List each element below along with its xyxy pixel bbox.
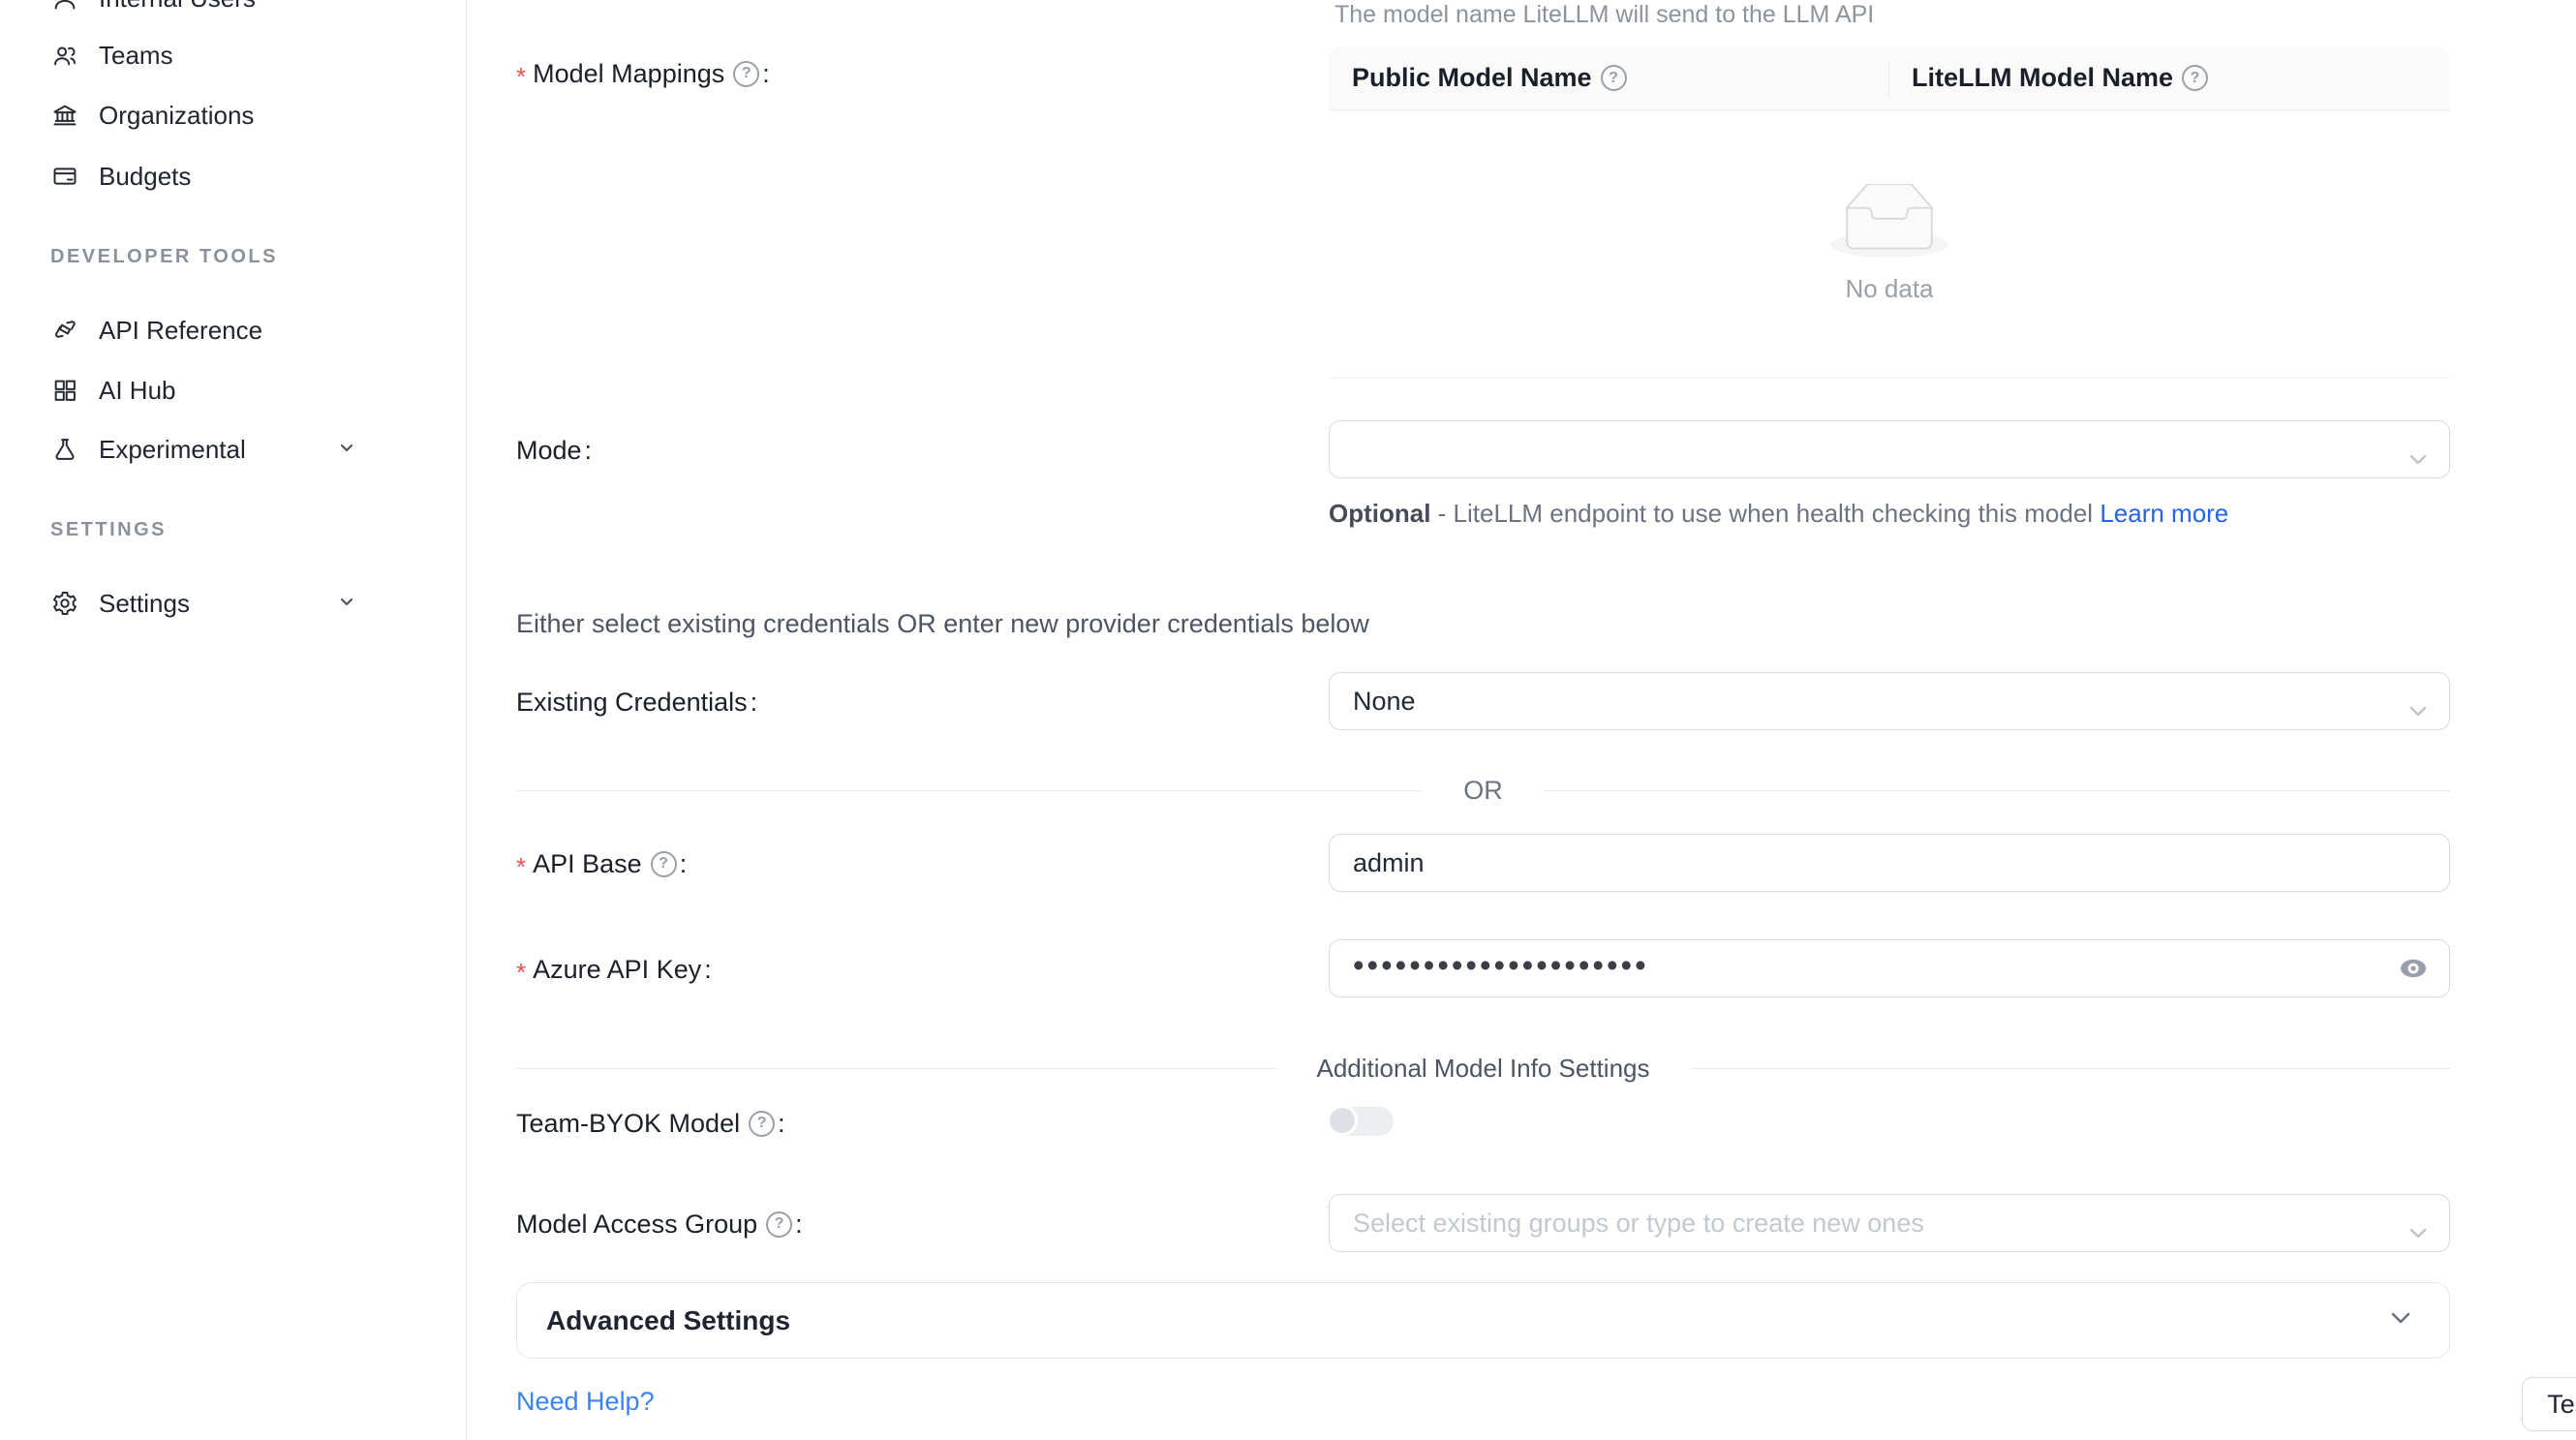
sidebar-item-label: Settings	[99, 589, 190, 619]
user-icon	[50, 0, 79, 13]
team-byok-label: Team-BYOK Model ? :	[516, 1105, 785, 1142]
sidebar-item-label: Experimental	[99, 435, 246, 465]
help-circle-icon[interactable]: ?	[651, 851, 677, 877]
bank-icon	[50, 101, 79, 130]
advanced-settings-panel[interactable]: Advanced Settings	[516, 1282, 2450, 1359]
sidebar-item-budgets[interactable]: Budgets	[0, 155, 467, 198]
gear-icon	[50, 589, 79, 618]
help-circle-icon[interactable]: ?	[766, 1211, 792, 1238]
required-mark: *	[516, 958, 526, 988]
chevron-down-icon	[2408, 694, 2428, 724]
sidebar-item-settings[interactable]: Settings	[0, 582, 467, 625]
team-byok-toggle[interactable]	[1329, 1107, 1394, 1136]
chevron-down-icon	[2408, 443, 2428, 473]
test-connect-button[interactable]: Test Connect	[2522, 1377, 2576, 1431]
chevron-down-icon	[2408, 1216, 2428, 1246]
api-base-label: * API Base ? :	[516, 845, 687, 882]
mode-helper-text: Optional - LiteLLM endpoint to use when …	[1329, 494, 2433, 533]
divider-line	[1544, 790, 2450, 791]
sidebar-section-developer-tools: DEVELOPER TOOLS	[50, 246, 278, 268]
credit-card-icon	[50, 162, 79, 191]
chevron-down-icon	[2387, 1308, 2414, 1333]
sidebar-item-ai-hub[interactable]: AI Hub	[0, 369, 467, 412]
sidebar-item-label: Budgets	[99, 162, 191, 192]
required-mark: *	[516, 852, 526, 882]
existing-credentials-select[interactable]: None	[1329, 672, 2450, 730]
eye-icon[interactable]	[2397, 954, 2430, 990]
column-divider	[1888, 60, 1889, 97]
divider-line	[516, 790, 1423, 791]
learn-more-link[interactable]: Learn more	[2100, 499, 2228, 528]
api-base-input[interactable]	[1353, 848, 2426, 878]
additional-info-divider: Additional Model Info Settings	[516, 1054, 2450, 1084]
sidebar-section-settings: SETTINGS	[50, 519, 167, 541]
column-public-model-name: Public Model Name ?	[1329, 63, 1888, 93]
sidebar-item-experimental[interactable]: Experimental	[0, 428, 467, 471]
mode-label: Mode :	[516, 432, 592, 469]
need-help-link[interactable]: Need Help?	[516, 1387, 655, 1417]
divider-line	[1691, 1068, 2451, 1069]
existing-credentials-label: Existing Credentials :	[516, 684, 757, 720]
azure-api-key-field[interactable]: •••••••••••••••••••••	[1329, 939, 2450, 997]
sidebar-item-label: Internal Users	[99, 0, 256, 14]
model-access-group-label: Model Access Group ? :	[516, 1206, 803, 1242]
sidebar: Internal Users Teams Organizations Budge…	[0, 0, 467, 1440]
advanced-settings-title: Advanced Settings	[546, 1305, 2387, 1336]
help-circle-icon[interactable]: ?	[2182, 65, 2208, 91]
flask-icon	[50, 435, 79, 464]
add-model-form: The model name LiteLLM will send to the …	[467, 0, 2576, 1440]
model-mappings-label: * Model Mappings ? :	[516, 55, 770, 92]
api-plug-icon	[50, 316, 79, 345]
api-base-field	[1329, 834, 2450, 892]
divider-line	[516, 1068, 1276, 1069]
no-data-text: No data	[1845, 274, 1933, 304]
grid-icon	[50, 376, 79, 405]
sidebar-item-label: Organizations	[99, 101, 254, 131]
sidebar-item-teams[interactable]: Teams	[0, 34, 467, 77]
chevron-down-icon	[335, 590, 358, 618]
masked-password-value: •••••••••••••••••••••	[1353, 947, 1649, 984]
model-access-group-select[interactable]: Select existing groups or type to create…	[1329, 1194, 2450, 1252]
help-circle-icon[interactable]: ?	[1601, 65, 1627, 91]
sidebar-item-label: API Reference	[99, 316, 262, 346]
add-model-page: Internal Users Teams Organizations Budge…	[0, 0, 2576, 1440]
sidebar-item-label: Teams	[99, 41, 173, 71]
or-divider: OR	[516, 776, 2450, 806]
teams-icon	[50, 41, 79, 70]
model-name-hint: The model name LiteLLM will send to the …	[1334, 0, 1874, 29]
chevron-down-icon	[335, 436, 358, 464]
select-placeholder: Select existing groups or type to create…	[1353, 1209, 1924, 1239]
help-circle-icon[interactable]: ?	[749, 1111, 775, 1137]
mode-select[interactable]	[1329, 420, 2450, 478]
model-mappings-table: Public Model Name ? LiteLLM Model Name ?	[1329, 46, 2450, 379]
sidebar-item-label: AI Hub	[99, 376, 176, 406]
credentials-note: Either select existing credentials OR en…	[516, 609, 1369, 639]
sidebar-item-api-reference[interactable]: API Reference	[0, 309, 467, 352]
table-empty-state: No data	[1329, 110, 2450, 378]
azure-api-key-label: * Azure API Key :	[516, 951, 712, 988]
help-circle-icon[interactable]: ?	[733, 61, 759, 87]
column-litellm-model-name: LiteLLM Model Name ?	[1888, 63, 2208, 93]
table-header: Public Model Name ? LiteLLM Model Name ?	[1329, 46, 2450, 110]
sidebar-item-organizations[interactable]: Organizations	[0, 94, 467, 137]
sidebar-item-internal-users[interactable]: Internal Users	[0, 0, 467, 19]
required-mark: *	[516, 62, 526, 92]
toggle-knob	[1327, 1105, 1358, 1136]
empty-box-icon	[1830, 184, 1948, 264]
